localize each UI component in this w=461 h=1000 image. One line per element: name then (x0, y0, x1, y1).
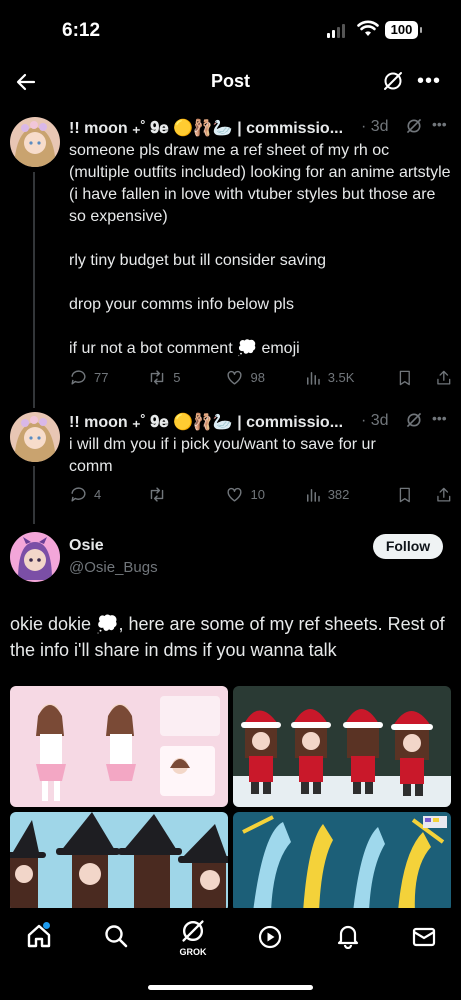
views-count: 382 (327, 487, 350, 502)
status-time: 6:12 (62, 20, 101, 41)
views-icon (306, 488, 320, 502)
ref-sheet-pink-outfit[interactable] (10, 686, 228, 807)
thread-line (33, 466, 35, 524)
repost-button[interactable] (147, 485, 225, 504)
bookmark-icon[interactable] (396, 486, 414, 504)
like-button[interactable]: 98 (225, 368, 303, 387)
repost-count: 5 (173, 370, 181, 385)
cellular-signal-icon (327, 24, 345, 38)
post-time: · 3d (361, 118, 389, 135)
avatar[interactable] (10, 412, 60, 462)
reply-icon (71, 370, 86, 385)
wifi-icon (357, 20, 379, 36)
video-icon[interactable] (257, 924, 283, 950)
reply-count: 77 (94, 370, 109, 385)
views-icon (306, 371, 320, 385)
post-time: · 3d (361, 412, 389, 429)
search-icon[interactable] (103, 923, 129, 949)
reply-button[interactable]: 4 (69, 485, 147, 504)
more-icon[interactable]: ••• (417, 70, 441, 93)
views-button[interactable]: 3.5K (304, 369, 388, 387)
messages-icon[interactable] (411, 924, 437, 950)
reply-button[interactable]: 77 (69, 368, 147, 387)
views-count: 3.5K (327, 370, 355, 385)
repost-icon (150, 370, 164, 385)
like-count: 98 (250, 370, 265, 385)
avatar[interactable] (10, 532, 60, 582)
more-icon[interactable]: ••• (432, 410, 447, 426)
repost-icon (150, 487, 164, 502)
share-icon[interactable] (435, 486, 453, 504)
notification-dot (43, 922, 50, 929)
like-count: 10 (250, 487, 265, 502)
reply-icon (71, 487, 86, 502)
like-button[interactable]: 10 (225, 485, 303, 504)
views-button[interactable]: 382 (304, 486, 388, 504)
ref-sheet-santa-outfit[interactable] (233, 686, 451, 807)
grok-label[interactable]: GROK (176, 947, 210, 957)
notifications-icon[interactable] (335, 923, 361, 949)
post-text: okie dokie 💭, here are some of my ref sh… (10, 614, 445, 660)
bookmark-icon[interactable] (396, 369, 414, 387)
like-icon (227, 487, 243, 502)
battery-indicator: 100 (385, 21, 422, 39)
action-bar: 77 5 98 3.5K (69, 368, 453, 387)
display-name[interactable]: !! moon ₊˚ 𝟗𝐞 🟡🩰🦢 | commissio... (69, 412, 343, 432)
avatar[interactable] (10, 117, 60, 167)
post-text: i will dm you if i pick you/want to save… (69, 436, 376, 475)
ref-sheet-blue-creature[interactable] (233, 812, 451, 912)
ref-sheet-witch-outfit[interactable] (10, 812, 228, 912)
repost-button[interactable]: 5 (147, 368, 225, 387)
grok-icon[interactable] (382, 70, 404, 92)
share-icon[interactable] (435, 369, 453, 387)
reply-count: 4 (94, 487, 102, 502)
grok-icon[interactable] (405, 117, 423, 135)
display-name[interactable]: !! moon ₊˚ 𝟗𝐞 🟡🩰🦢 | commissio... (69, 118, 343, 138)
like-icon (227, 370, 243, 385)
thread-line (33, 172, 35, 408)
post-text: someone pls draw me a ref sheet of my rh… (69, 142, 451, 357)
more-icon[interactable]: ••• (432, 116, 447, 132)
home-indicator (148, 985, 313, 990)
follow-button[interactable]: Follow (373, 534, 443, 559)
grok-icon[interactable] (180, 918, 206, 944)
action-bar: 4 10 382 (69, 485, 453, 504)
grok-icon[interactable] (405, 411, 423, 429)
display-name[interactable]: Osie (69, 537, 104, 555)
user-handle[interactable]: @Osie_Bugs (69, 559, 158, 576)
